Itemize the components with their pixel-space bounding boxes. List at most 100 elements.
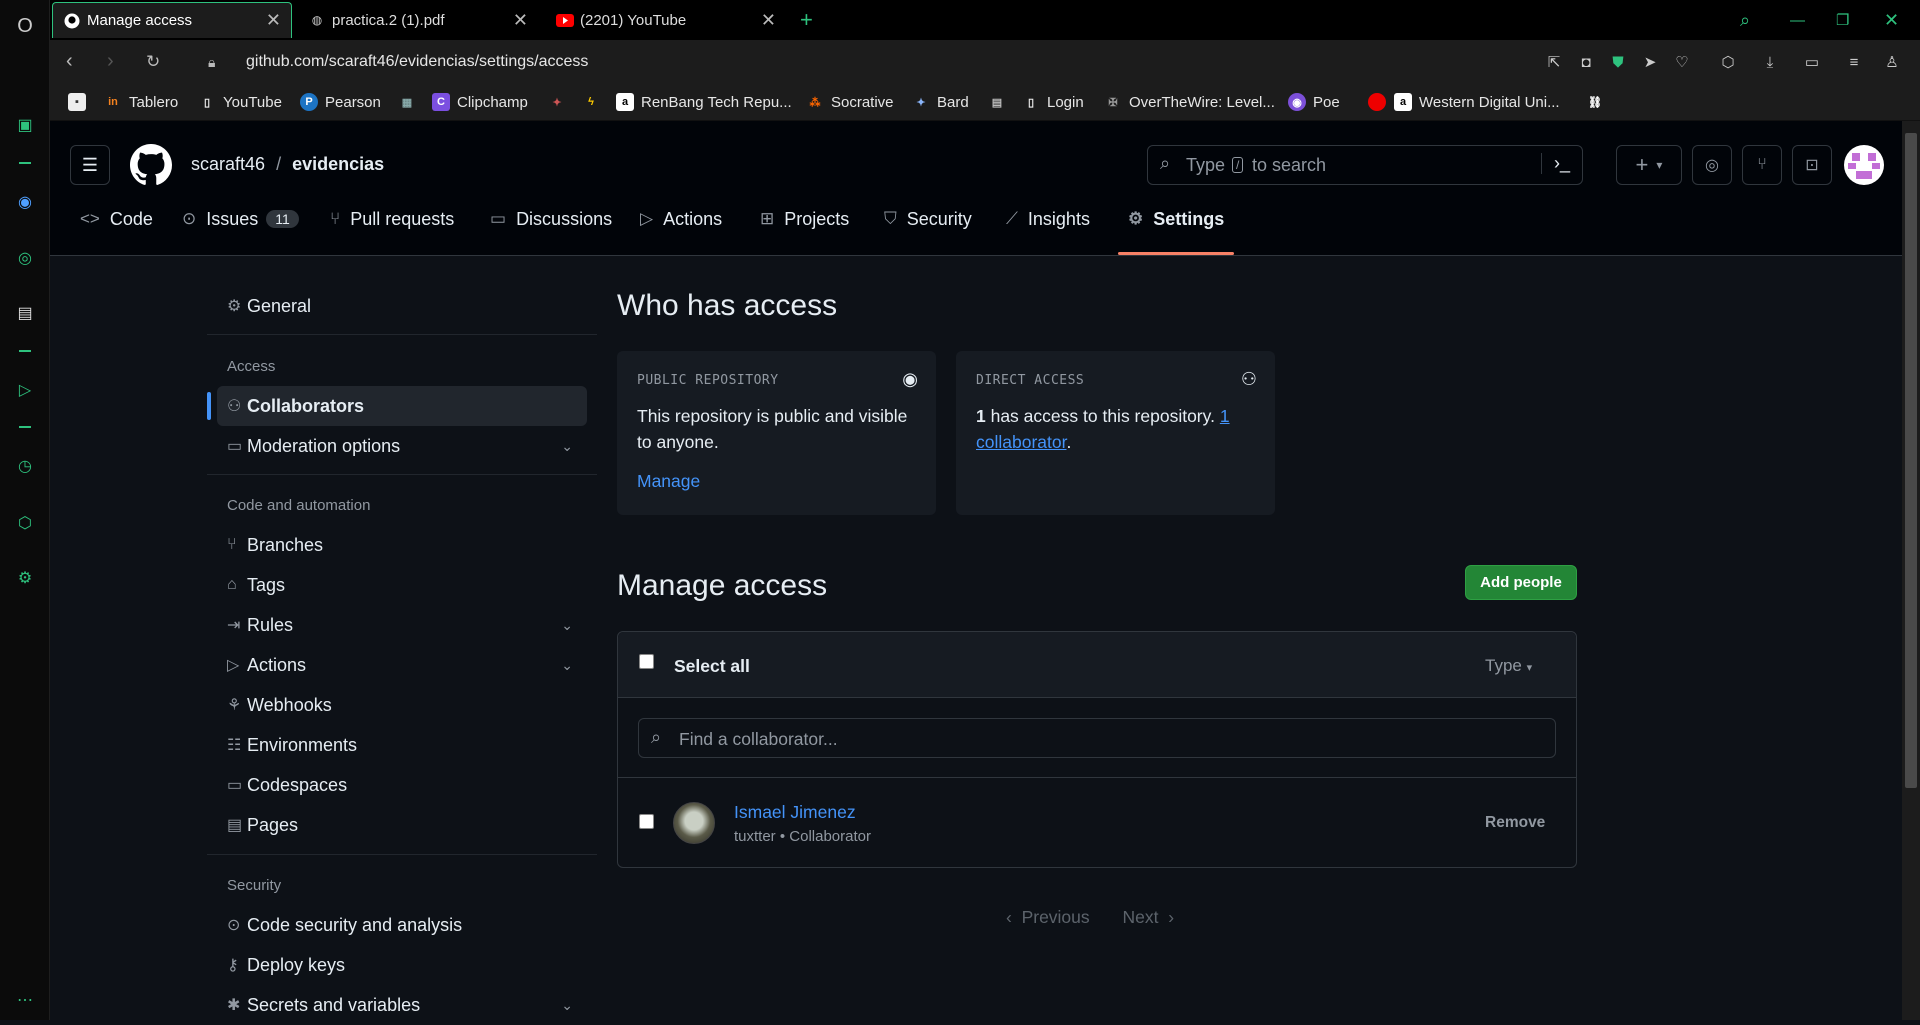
restore-icon[interactable]: ❐	[1826, 2, 1859, 38]
hamburger-menu-icon[interactable]: ☰	[70, 145, 110, 185]
browser-tab[interactable]: Manage access ✕	[52, 2, 292, 38]
tab-discussions[interactable]: ▭ Discussions	[490, 199, 612, 239]
messenger-icon[interactable]: ◉	[13, 190, 37, 214]
settings-gear-icon[interactable]: ⚙	[13, 566, 37, 590]
bookmark-item[interactable]: ▯ Login	[1022, 93, 1084, 111]
profile-icon[interactable]: ♙	[1882, 52, 1902, 72]
share-icon[interactable]: ⇱	[1544, 52, 1564, 72]
search-input[interactable]: ⌕ Type / to search ›_	[1147, 145, 1583, 185]
bookmark-item[interactable]: ✦ Bard	[912, 93, 968, 111]
browser-tab[interactable]: (2201) YouTube ✕	[546, 2, 786, 38]
battery-icon[interactable]: ▭	[1802, 52, 1822, 72]
select-all-checkbox[interactable]	[639, 654, 654, 669]
nav-rules[interactable]: ⇥ Rules ⌄	[217, 605, 587, 645]
extensions-icon[interactable]: ⬡	[13, 511, 37, 535]
bookmark-item[interactable]: ✦	[548, 93, 573, 111]
nav-collaborators[interactable]: ⚇ Collaborators	[217, 386, 587, 426]
nav-secrets[interactable]: ✱ Secrets and variables ⌄	[217, 985, 587, 1025]
nav-codespaces[interactable]: ▭ Codespaces	[217, 765, 587, 805]
adblock-shield-icon[interactable]: ⛊	[1608, 52, 1628, 72]
opera-logo-icon[interactable]: O	[13, 14, 37, 38]
bookmark-item[interactable]: ϟ	[582, 93, 607, 111]
inbox-icon[interactable]: ⊡	[1792, 145, 1832, 185]
tab-projects[interactable]: ⊞ Projects	[760, 199, 849, 239]
bookmark-item[interactable]: C Clipchamp	[432, 93, 528, 111]
search-tabs-icon[interactable]: ⌕	[1730, 2, 1760, 38]
bookmark-item[interactable]: in Tablero	[104, 93, 178, 111]
pull-requests-icon[interactable]: ⑂	[1742, 145, 1782, 185]
nav-pages[interactable]: ▤ Pages	[217, 805, 587, 845]
back-icon[interactable]: ‹	[66, 50, 73, 73]
forward-icon[interactable]: ›	[107, 50, 114, 73]
type-filter[interactable]: Type ▾	[1485, 656, 1532, 676]
tab-actions[interactable]: ▷ Actions	[640, 199, 722, 239]
nav-webhooks[interactable]: ⚘ Webhooks	[217, 685, 587, 725]
whatsapp-icon[interactable]: ◎	[13, 246, 37, 270]
close-icon[interactable]: ✕	[513, 10, 528, 31]
owner-link[interactable]: scaraft46	[191, 154, 265, 174]
bookmark-item[interactable]: P Pearson	[300, 93, 381, 111]
bookmark-item[interactable]: ▤	[988, 93, 1013, 111]
scrollbar[interactable]	[1902, 121, 1920, 1020]
reload-icon[interactable]: ↻	[146, 52, 160, 72]
github-logo-icon[interactable]	[130, 144, 172, 191]
player-icon[interactable]: ▷	[13, 378, 37, 402]
tab-code[interactable]: <> Code	[80, 199, 153, 239]
bookmark-item[interactable]: ⁂ Socrative	[806, 93, 894, 111]
tab-settings[interactable]: ⚙ Settings	[1128, 199, 1224, 239]
download-icon[interactable]: ⤓	[1760, 52, 1780, 72]
nav-general[interactable]: ⚙ General	[217, 286, 587, 326]
avatar[interactable]	[1844, 145, 1884, 185]
create-new-button[interactable]: + ▾	[1616, 145, 1682, 185]
tab-security[interactable]: ⛉ Security	[884, 199, 972, 239]
bookmark-item[interactable]	[1368, 93, 1393, 111]
collaborator-checkbox[interactable]	[639, 814, 654, 829]
nav-tags[interactable]: ⌂ Tags	[217, 565, 587, 605]
avatar[interactable]	[673, 802, 715, 844]
close-icon[interactable]: ✕	[266, 10, 281, 31]
issues-icon[interactable]: ◎	[1692, 145, 1732, 185]
close-window-icon[interactable]: ✕	[1874, 2, 1909, 38]
minimize-icon[interactable]: —	[1780, 2, 1815, 38]
add-people-button[interactable]: Add people	[1465, 565, 1577, 600]
bookmark-item[interactable]: ▯ YouTube	[198, 93, 282, 111]
bookmark-item[interactable]: ✠ OverTheWire: Level...	[1104, 93, 1275, 111]
new-tab-icon[interactable]: +	[790, 2, 823, 38]
more-icon[interactable]: ⋯	[13, 988, 37, 1012]
repo-link[interactable]: evidencias	[292, 154, 384, 174]
camera-icon[interactable]: ◘	[1576, 52, 1596, 72]
heart-icon[interactable]: ♡	[1672, 52, 1692, 72]
tab-insights[interactable]: ⟋ Insights	[1006, 199, 1090, 239]
nav-deploy-keys[interactable]: ⚷ Deploy keys	[217, 945, 587, 985]
easy-setup-icon[interactable]: ≡	[1844, 52, 1864, 72]
close-icon[interactable]: ✕	[761, 10, 776, 31]
bookmark-item[interactable]: a RenBang Tech Repu...	[616, 93, 792, 111]
next-button[interactable]: Next ›	[1123, 907, 1175, 927]
nav-code-security[interactable]: ⊙ Code security and analysis	[217, 905, 587, 945]
bookmark-item[interactable]: a Western Digital Uni...	[1394, 93, 1560, 111]
tab-issues[interactable]: ⊙ Issues 11	[182, 199, 299, 239]
cube-icon[interactable]: ⬡	[1718, 52, 1738, 72]
collaborator-name-link[interactable]: Ismael Jimenez	[734, 802, 856, 823]
bookmark-item[interactable]: ◉ Poe	[1288, 93, 1340, 111]
tab-pull-requests[interactable]: ⑂ Pull requests	[330, 199, 454, 239]
nav-branches[interactable]: ⑂ Branches	[217, 525, 587, 565]
bookmark-item[interactable]: ▪	[68, 93, 93, 111]
history-icon[interactable]: ◷	[13, 454, 37, 478]
nav-actions[interactable]: ▷ Actions ⌄	[217, 645, 587, 685]
url-field[interactable]: github.com/scaraft46/evidencias/settings…	[246, 53, 588, 71]
command-palette-icon[interactable]: ›_	[1540, 153, 1570, 174]
scroll-thumb[interactable]	[1905, 133, 1917, 788]
nav-moderation-options[interactable]: ▭ Moderation options ⌄	[217, 426, 587, 466]
twitch-icon[interactable]: ▣	[13, 113, 37, 137]
nav-environments[interactable]: ☷ Environments	[217, 725, 587, 765]
discord-icon[interactable]: ▤	[13, 301, 37, 325]
previous-button[interactable]: ‹ Previous	[1006, 907, 1090, 927]
bookmark-item[interactable]: ⛓	[1586, 93, 1611, 111]
send-icon[interactable]: ➤	[1640, 52, 1660, 72]
remove-button[interactable]: Remove	[1485, 814, 1545, 832]
find-collaborator-input[interactable]: ⌕ Find a collaborator...	[638, 718, 1556, 758]
bookmark-item[interactable]: ▦	[398, 93, 423, 111]
manage-visibility-link[interactable]: Manage	[637, 471, 700, 492]
browser-tab[interactable]: ◍ practica.2 (1).pdf ✕	[298, 2, 538, 38]
